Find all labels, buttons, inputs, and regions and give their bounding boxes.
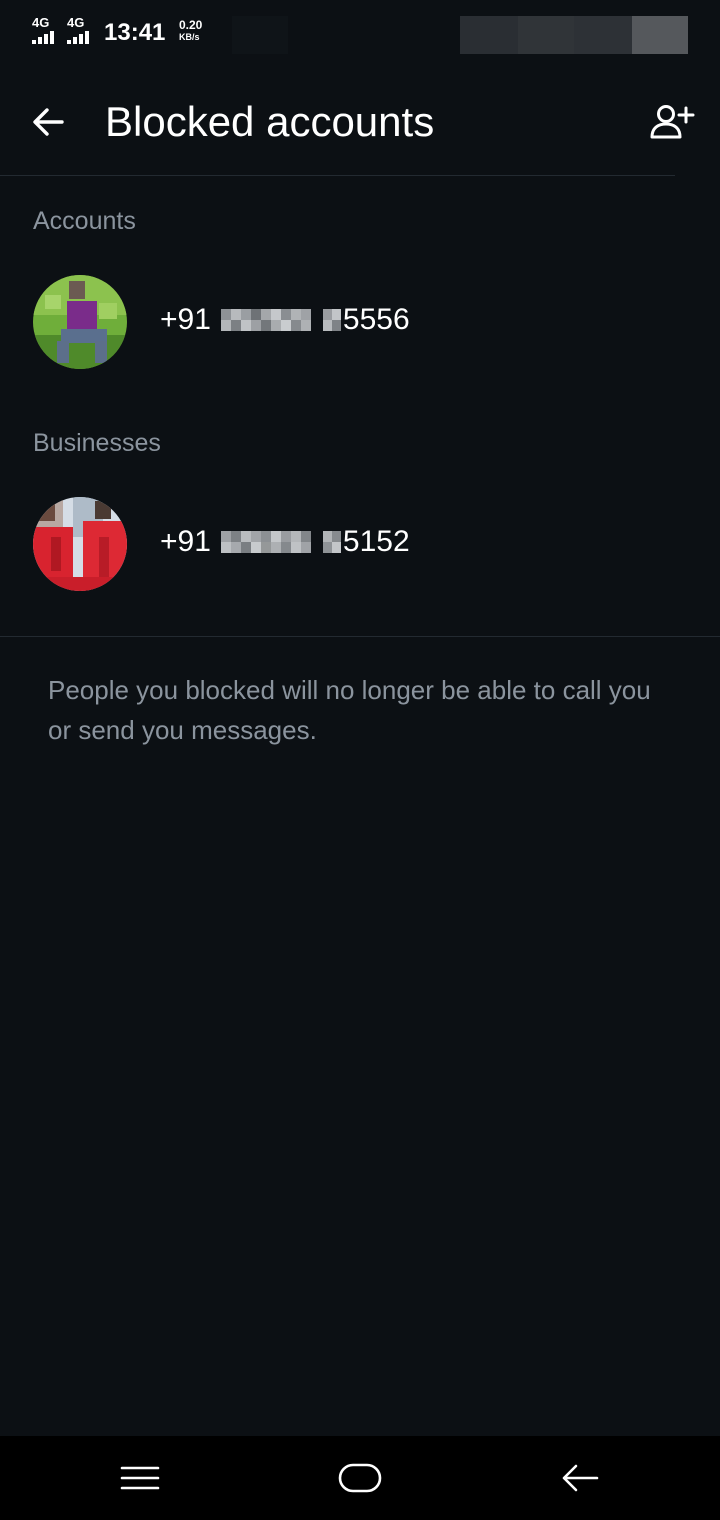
system-back-button[interactable] <box>540 1456 620 1500</box>
phone-suffix: 5556 <box>342 303 410 336</box>
signal-icon: 4G <box>67 16 101 44</box>
section-header-businesses: Businesses <box>33 429 161 457</box>
page-title: Blocked accounts <box>105 98 435 145</box>
status-bar: 4G 4G 13:41 0.20 KB/s <box>0 0 720 66</box>
blocked-account-phone: +91 5556 <box>160 300 410 340</box>
blocked-business-phone: +91 5152 <box>160 522 410 562</box>
menu-icon <box>120 1466 160 1490</box>
list-divider <box>0 636 720 637</box>
header-divider <box>0 175 675 176</box>
redacted-status-icons <box>574 16 632 54</box>
home-button[interactable] <box>320 1456 400 1500</box>
home-pill-icon <box>338 1463 382 1493</box>
network-speed: 0.20 KB/s <box>179 19 219 43</box>
network-speed-value: 0.20 <box>179 18 203 32</box>
section-header-accounts: Accounts <box>33 207 136 235</box>
redacted-status-icons <box>518 16 574 54</box>
blocked-account-row[interactable]: +91 5556 <box>0 262 720 382</box>
network-speed-unit: KB/s <box>179 32 200 42</box>
clock: 13:41 <box>104 19 166 46</box>
phone-prefix: +91 <box>160 303 211 336</box>
arrow-left-icon <box>33 108 64 136</box>
signal-icon: 4G <box>32 16 66 44</box>
menu-button[interactable] <box>100 1456 180 1500</box>
redacted-status-icons <box>460 16 518 54</box>
redacted-digits <box>220 531 341 553</box>
phone-suffix: 5152 <box>342 525 410 558</box>
redacted-digits <box>220 309 341 331</box>
add-blocked-contact-button[interactable] <box>644 96 700 148</box>
blocked-business-row[interactable]: +91 5152 <box>0 484 720 604</box>
avatar <box>33 497 127 591</box>
blocked-info-text: People you blocked will no longer be abl… <box>48 675 651 745</box>
phone-prefix: +91 <box>160 525 211 558</box>
avatar <box>33 275 127 369</box>
redacted-status-icons <box>232 16 288 54</box>
add-person-icon <box>650 105 695 139</box>
back-arrow-icon <box>562 1464 599 1492</box>
redacted-status-icons <box>632 16 688 54</box>
network-type-1: 4G <box>32 15 50 30</box>
back-button[interactable] <box>22 96 74 148</box>
app-bar: Blocked accounts <box>0 66 720 176</box>
system-navigation-bar <box>0 1436 720 1520</box>
network-type-2: 4G <box>67 15 85 30</box>
